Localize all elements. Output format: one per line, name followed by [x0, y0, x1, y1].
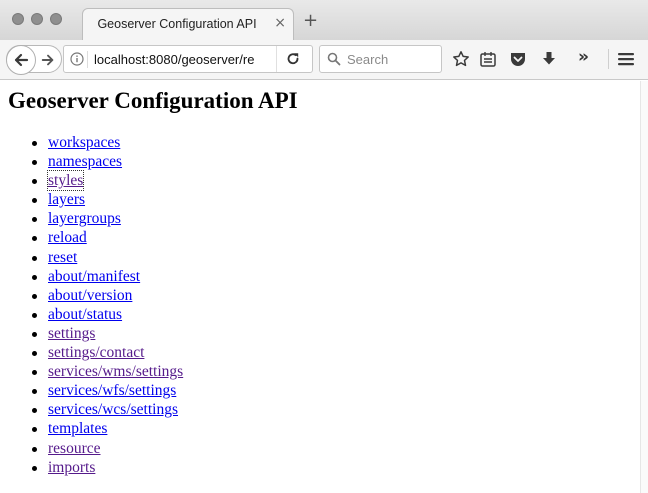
api-link-services-wms-settings[interactable]: services/wms/settings — [48, 362, 183, 381]
bullet-icon — [32, 274, 37, 280]
bullet-icon — [32, 255, 37, 261]
api-link-reload[interactable]: reload — [48, 228, 87, 247]
url-separator — [87, 51, 88, 68]
api-link-layergroups[interactable]: layergroups — [48, 209, 121, 228]
bullet-icon — [32, 427, 37, 433]
forward-button[interactable] — [41, 52, 55, 71]
bullet-icon — [32, 351, 37, 357]
bullet-icon — [32, 179, 37, 185]
api-link-about-version[interactable]: about/version — [48, 286, 132, 305]
api-link-imports[interactable]: imports — [48, 458, 95, 477]
back-button[interactable] — [6, 45, 36, 75]
minimize-window-button[interactable] — [31, 13, 43, 25]
api-link-workspaces[interactable]: workspaces — [48, 133, 120, 152]
bullet-icon — [32, 160, 37, 166]
tab-close-icon[interactable]: × — [274, 16, 286, 30]
bullet-icon — [32, 198, 37, 204]
downloads-icon[interactable] — [540, 50, 558, 68]
bullet-icon — [32, 236, 37, 242]
api-link-styles[interactable]: styles — [46, 170, 85, 192]
bullet-icon — [32, 370, 37, 376]
new-tab-button[interactable]: + — [303, 12, 318, 30]
bullet-icon — [32, 389, 37, 395]
info-icon[interactable] — [70, 52, 84, 66]
api-link-about-status[interactable]: about/status — [48, 305, 122, 324]
page-content: Geoserver Configuration API workspaces na… — [0, 81, 640, 493]
bullet-icon — [32, 465, 37, 471]
reading-list-icon[interactable] — [479, 50, 497, 68]
tab-title: Geoserver Configuration API — [97, 17, 257, 31]
api-link-settings-contact[interactable]: settings/contact — [48, 343, 144, 362]
hamburger-menu-icon[interactable] — [617, 51, 635, 67]
api-link-templates[interactable]: templates — [48, 419, 107, 438]
pocket-icon[interactable] — [509, 50, 527, 68]
api-link-services-wcs-settings[interactable]: services/wcs/settings — [48, 400, 178, 419]
search-bar[interactable]: Search — [319, 45, 442, 73]
bullet-icon — [32, 446, 37, 452]
bullet-icon — [32, 331, 37, 337]
bullet-icon — [32, 217, 37, 223]
overflow-menu-chevron-icon[interactable]: » — [578, 48, 589, 66]
close-window-button[interactable] — [12, 13, 24, 25]
reload-icon[interactable] — [286, 52, 300, 66]
page-scroll-edge — [640, 81, 648, 493]
back-forward-group — [6, 45, 62, 75]
api-link-reset[interactable]: reset — [48, 248, 77, 267]
api-link-namespaces[interactable]: namespaces — [48, 152, 122, 171]
bullet-icon — [32, 408, 37, 414]
address-bar[interactable]: localhost:8080/geoserver/re — [63, 45, 313, 73]
browser-tab-active[interactable]: Geoserver Configuration API × — [82, 8, 294, 40]
page-title: Geoserver Configuration API — [8, 88, 298, 113]
url-text[interactable]: localhost:8080/geoserver/re — [94, 52, 254, 67]
toolbar-separator — [608, 49, 609, 69]
back-arrow-icon — [14, 53, 29, 67]
api-link-services-wfs-settings[interactable]: services/wfs/settings — [48, 381, 176, 400]
bookmark-star-icon[interactable] — [452, 50, 470, 68]
forward-arrow-icon — [41, 54, 54, 66]
search-icon — [327, 52, 341, 66]
bullet-icon — [32, 293, 37, 299]
reload-separator — [276, 46, 277, 72]
browser-titlebar: Geoserver Configuration API × + — [0, 0, 648, 40]
search-placeholder: Search — [347, 52, 389, 67]
bullet-icon — [32, 141, 37, 146]
bullet-icon — [32, 312, 37, 318]
api-link-settings[interactable]: settings — [48, 324, 95, 343]
api-link-layers[interactable]: layers — [48, 190, 85, 209]
api-link-about-manifest[interactable]: about/manifest — [48, 267, 140, 286]
zoom-window-button[interactable] — [50, 13, 62, 25]
navigation-toolbar: localhost:8080/geoserver/re Search » — [0, 40, 648, 80]
api-link-resource[interactable]: resource — [48, 439, 101, 458]
